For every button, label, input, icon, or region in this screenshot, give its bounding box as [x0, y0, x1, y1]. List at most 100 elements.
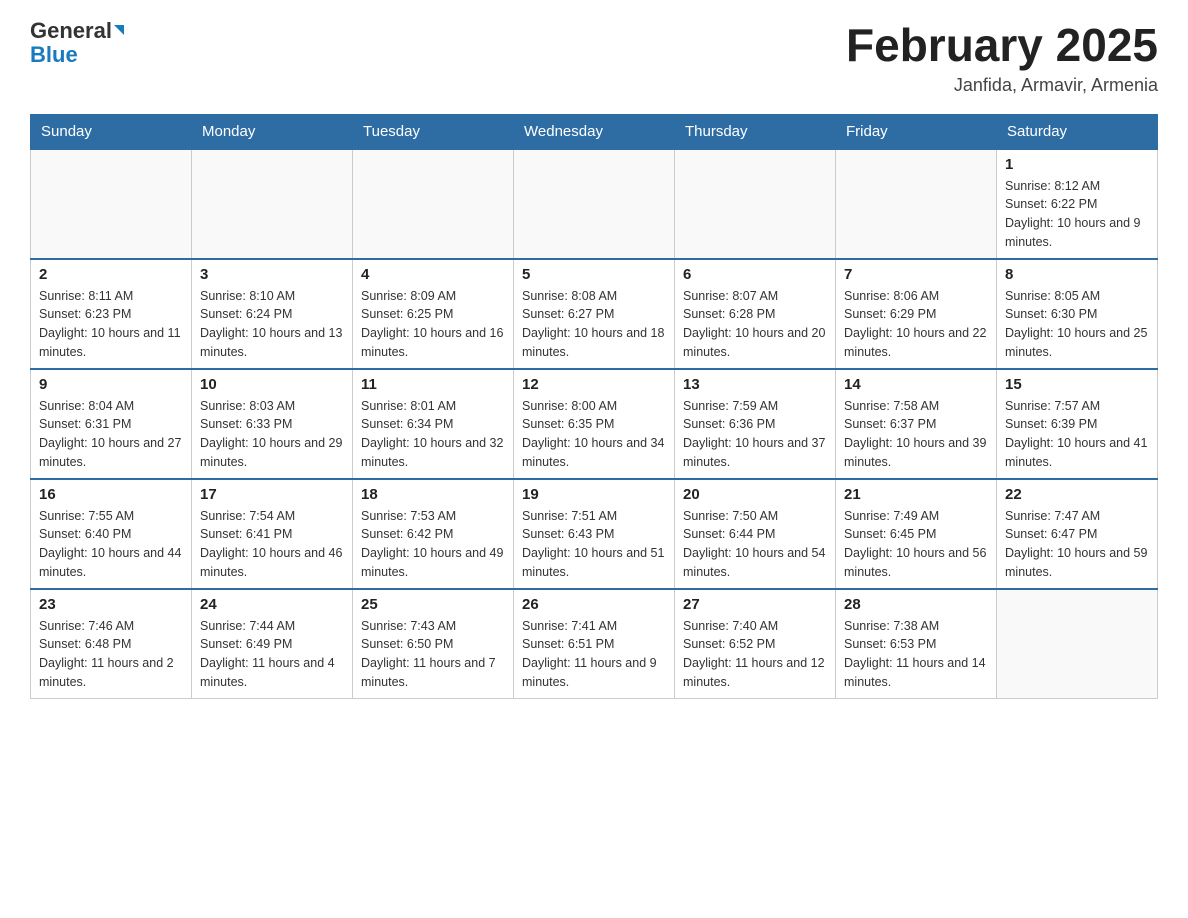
- calendar-cell: [514, 149, 675, 259]
- day-info: Sunrise: 7:40 AM Sunset: 6:52 PM Dayligh…: [683, 617, 827, 692]
- weekday-header-saturday: Saturday: [997, 114, 1158, 149]
- day-number: 10: [200, 376, 344, 393]
- calendar-cell: 24Sunrise: 7:44 AM Sunset: 6:49 PM Dayli…: [192, 589, 353, 699]
- day-info: Sunrise: 8:09 AM Sunset: 6:25 PM Dayligh…: [361, 287, 505, 362]
- week-row-5: 23Sunrise: 7:46 AM Sunset: 6:48 PM Dayli…: [31, 589, 1158, 699]
- day-info: Sunrise: 8:12 AM Sunset: 6:22 PM Dayligh…: [1005, 177, 1149, 252]
- calendar-cell: 7Sunrise: 8:06 AM Sunset: 6:29 PM Daylig…: [836, 259, 997, 369]
- calendar-cell: 25 Sunrise: 7:43 AM Sunset: 6:50 PM Dayli…: [353, 589, 514, 699]
- day-info: Sunrise: 7:51 AM Sunset: 6:43 PM Dayligh…: [522, 507, 666, 582]
- day-info: Sunrise: 7:54 AM Sunset: 6:41 PM Dayligh…: [200, 507, 344, 582]
- weekday-header-wednesday: Wednesday: [514, 114, 675, 149]
- calendar-cell: 6Sunrise: 8:07 AM Sunset: 6:28 PM Daylig…: [675, 259, 836, 369]
- day-number: 17: [200, 486, 344, 503]
- day-info: Sunrise: 7:43 AM Sunset: 6:50 PM Dayligh…: [361, 617, 505, 692]
- logo-blue-text: Blue: [30, 44, 78, 66]
- calendar-cell: 8 Sunrise: 8:05 AM Sunset: 6:30 PM Daylig…: [997, 259, 1158, 369]
- day-info: Sunrise: 8:03 AM Sunset: 6:33 PM Dayligh…: [200, 397, 344, 472]
- calendar-subtitle: Janfida, Armavir, Armenia: [846, 75, 1158, 96]
- page-header: General Blue February 2025 Janfida, Arma…: [30, 20, 1158, 96]
- calendar-cell: 3 Sunrise: 8:10 AM Sunset: 6:24 PM Daylig…: [192, 259, 353, 369]
- calendar-title: February 2025: [846, 20, 1158, 71]
- day-info: Sunrise: 7:46 AM Sunset: 6:48 PM Dayligh…: [39, 617, 183, 692]
- day-number: 16: [39, 486, 183, 503]
- day-number: 5: [522, 266, 666, 283]
- calendar-cell: 10 Sunrise: 8:03 AM Sunset: 6:33 PM Dayli…: [192, 369, 353, 479]
- calendar-cell: 26 Sunrise: 7:41 AM Sunset: 6:51 PM Dayli…: [514, 589, 675, 699]
- calendar-cell: 9 Sunrise: 8:04 AM Sunset: 6:31 PM Daylig…: [31, 369, 192, 479]
- day-number: 14: [844, 376, 988, 393]
- weekday-header-thursday: Thursday: [675, 114, 836, 149]
- calendar-cell: [353, 149, 514, 259]
- day-info: Sunrise: 8:08 AM Sunset: 6:27 PM Dayligh…: [522, 287, 666, 362]
- day-info: Sunrise: 7:55 AM Sunset: 6:40 PM Dayligh…: [39, 507, 183, 582]
- title-area: February 2025 Janfida, Armavir, Armenia: [846, 20, 1158, 96]
- day-info: Sunrise: 8:06 AM Sunset: 6:29 PM Dayligh…: [844, 287, 988, 362]
- day-info: Sunrise: 8:04 AM Sunset: 6:31 PM Dayligh…: [39, 397, 183, 472]
- calendar-table: SundayMondayTuesdayWednesdayThursdayFrid…: [30, 114, 1158, 700]
- day-number: 15: [1005, 376, 1149, 393]
- day-number: 6: [683, 266, 827, 283]
- weekday-header-row: SundayMondayTuesdayWednesdayThursdayFrid…: [31, 114, 1158, 149]
- weekday-header-friday: Friday: [836, 114, 997, 149]
- calendar-cell: 28 Sunrise: 7:38 AM Sunset: 6:53 PM Dayli…: [836, 589, 997, 699]
- day-info: Sunrise: 7:57 AM Sunset: 6:39 PM Dayligh…: [1005, 397, 1149, 472]
- calendar-cell: 11Sunrise: 8:01 AM Sunset: 6:34 PM Dayli…: [353, 369, 514, 479]
- calendar-cell: [997, 589, 1158, 699]
- day-info: Sunrise: 7:53 AM Sunset: 6:42 PM Dayligh…: [361, 507, 505, 582]
- day-info: Sunrise: 8:00 AM Sunset: 6:35 PM Dayligh…: [522, 397, 666, 472]
- week-row-4: 16 Sunrise: 7:55 AM Sunset: 6:40 PM Dayli…: [31, 479, 1158, 589]
- calendar-cell: 13 Sunrise: 7:59 AM Sunset: 6:36 PM Dayli…: [675, 369, 836, 479]
- calendar-cell: 12 Sunrise: 8:00 AM Sunset: 6:35 PM Dayli…: [514, 369, 675, 479]
- calendar-cell: [675, 149, 836, 259]
- day-info: Sunrise: 7:41 AM Sunset: 6:51 PM Dayligh…: [522, 617, 666, 692]
- calendar-cell: 21Sunrise: 7:49 AM Sunset: 6:45 PM Dayli…: [836, 479, 997, 589]
- day-number: 27: [683, 596, 827, 613]
- logo-top: General: [30, 20, 124, 42]
- day-info: Sunrise: 8:10 AM Sunset: 6:24 PM Dayligh…: [200, 287, 344, 362]
- day-number: 1: [1005, 156, 1149, 173]
- day-number: 4: [361, 266, 505, 283]
- calendar-cell: [836, 149, 997, 259]
- calendar-cell: 20Sunrise: 7:50 AM Sunset: 6:44 PM Dayli…: [675, 479, 836, 589]
- calendar-cell: 17 Sunrise: 7:54 AM Sunset: 6:41 PM Dayli…: [192, 479, 353, 589]
- day-info: Sunrise: 8:05 AM Sunset: 6:30 PM Dayligh…: [1005, 287, 1149, 362]
- day-number: 19: [522, 486, 666, 503]
- day-number: 18: [361, 486, 505, 503]
- calendar-cell: 23Sunrise: 7:46 AM Sunset: 6:48 PM Dayli…: [31, 589, 192, 699]
- day-number: 13: [683, 376, 827, 393]
- logo-general-text: General: [30, 18, 112, 43]
- logo: General Blue: [30, 20, 124, 66]
- week-row-3: 9 Sunrise: 8:04 AM Sunset: 6:31 PM Daylig…: [31, 369, 1158, 479]
- day-number: 28: [844, 596, 988, 613]
- calendar-cell: 16 Sunrise: 7:55 AM Sunset: 6:40 PM Dayli…: [31, 479, 192, 589]
- calendar-cell: 15 Sunrise: 7:57 AM Sunset: 6:39 PM Dayli…: [997, 369, 1158, 479]
- week-row-2: 2 Sunrise: 8:11 AM Sunset: 6:23 PM Daylig…: [31, 259, 1158, 369]
- day-number: 25: [361, 596, 505, 613]
- calendar-cell: 22Sunrise: 7:47 AM Sunset: 6:47 PM Dayli…: [997, 479, 1158, 589]
- day-number: 8: [1005, 266, 1149, 283]
- day-number: 12: [522, 376, 666, 393]
- weekday-header-sunday: Sunday: [31, 114, 192, 149]
- weekday-header-monday: Monday: [192, 114, 353, 149]
- weekday-header-tuesday: Tuesday: [353, 114, 514, 149]
- day-info: Sunrise: 8:01 AM Sunset: 6:34 PM Dayligh…: [361, 397, 505, 472]
- calendar-cell: 14 Sunrise: 7:58 AM Sunset: 6:37 PM Dayli…: [836, 369, 997, 479]
- calendar-cell: [31, 149, 192, 259]
- week-row-1: 1 Sunrise: 8:12 AM Sunset: 6:22 PM Daylig…: [31, 149, 1158, 259]
- calendar-cell: 27 Sunrise: 7:40 AM Sunset: 6:52 PM Dayli…: [675, 589, 836, 699]
- logo-arrow-icon: [114, 25, 124, 35]
- day-number: 21: [844, 486, 988, 503]
- day-info: Sunrise: 8:11 AM Sunset: 6:23 PM Dayligh…: [39, 287, 183, 362]
- day-info: Sunrise: 7:59 AM Sunset: 6:36 PM Dayligh…: [683, 397, 827, 472]
- day-info: Sunrise: 7:44 AM Sunset: 6:49 PM Dayligh…: [200, 617, 344, 692]
- day-number: 22: [1005, 486, 1149, 503]
- day-info: Sunrise: 7:38 AM Sunset: 6:53 PM Dayligh…: [844, 617, 988, 692]
- day-number: 26: [522, 596, 666, 613]
- day-number: 2: [39, 266, 183, 283]
- day-number: 9: [39, 376, 183, 393]
- day-number: 3: [200, 266, 344, 283]
- calendar-cell: 18 Sunrise: 7:53 AM Sunset: 6:42 PM Dayli…: [353, 479, 514, 589]
- day-number: 20: [683, 486, 827, 503]
- day-info: Sunrise: 7:58 AM Sunset: 6:37 PM Dayligh…: [844, 397, 988, 472]
